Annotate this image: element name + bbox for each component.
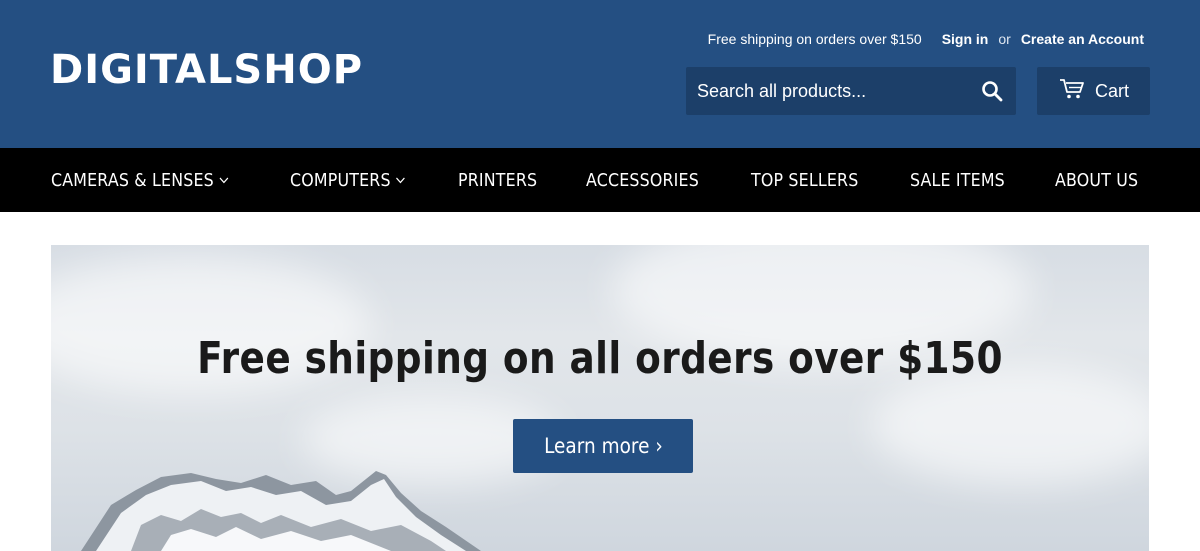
nav-item-label: COMPUTERS (290, 169, 391, 191)
search-icon[interactable] (980, 79, 1004, 103)
shipping-promo-text: Free shipping on orders over $150 (707, 31, 922, 47)
mountain-image (81, 471, 481, 551)
nav-item-accessories[interactable]: ACCESSORIES (586, 148, 699, 212)
nav-item-top-sellers[interactable]: TOP SELLERS (751, 148, 858, 212)
nav-item-sale-items[interactable]: SALE ITEMS (910, 148, 1005, 212)
main-navigation: CAMERAS & LENSES COMPUTERS PRINTERS ACCE… (0, 148, 1200, 212)
sign-in-link[interactable]: Sign in (942, 30, 989, 48)
cart-icon (1059, 78, 1085, 105)
nav-item-printers[interactable]: PRINTERS (458, 148, 537, 212)
or-separator: or (998, 31, 1011, 47)
chevron-down-icon (396, 177, 406, 184)
search-input[interactable] (686, 67, 966, 115)
search-bar (686, 67, 1016, 115)
site-logo[interactable]: DIGITALSHOP (50, 46, 363, 94)
chevron-down-icon (219, 177, 229, 184)
cart-button[interactable]: Cart (1037, 67, 1150, 115)
hero-title: Free shipping on all orders over $150 (197, 333, 1003, 384)
nav-item-label: CAMERAS & LENSES (51, 169, 214, 191)
cart-label: Cart (1095, 80, 1130, 101)
nav-item-cameras-lenses[interactable]: CAMERAS & LENSES (51, 148, 229, 212)
nav-item-computers[interactable]: COMPUTERS (290, 148, 406, 212)
learn-more-label: Learn more › (543, 434, 663, 458)
nav-item-about-us[interactable]: ABOUT US (1055, 148, 1138, 212)
site-header: DIGITALSHOP Free shipping on orders over… (0, 0, 1200, 148)
hero-banner: Free shipping on all orders over $150 Le… (51, 245, 1149, 551)
create-account-link[interactable]: Create an Account (1021, 30, 1144, 48)
account-links: Free shipping on orders over $150 Sign i… (708, 30, 1144, 48)
